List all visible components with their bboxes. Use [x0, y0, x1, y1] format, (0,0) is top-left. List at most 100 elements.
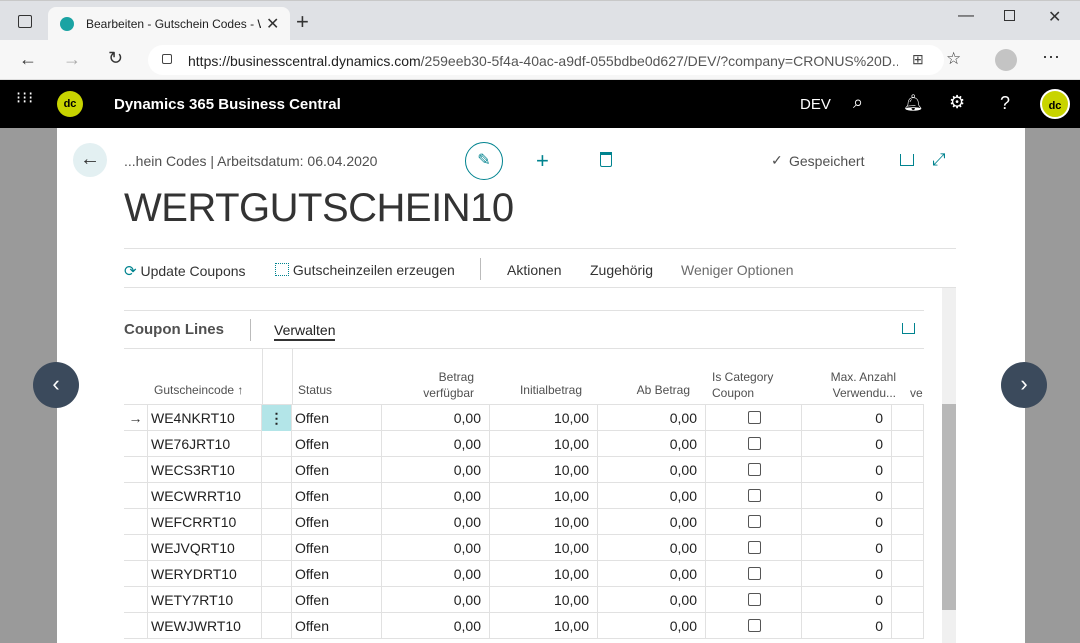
cell-category[interactable] [706, 457, 802, 483]
cell-status[interactable]: Offen [292, 405, 382, 431]
cell-from[interactable]: 0,00 [598, 405, 706, 431]
category-checkbox[interactable] [748, 593, 761, 607]
cell-max-uses[interactable]: 0 [802, 613, 892, 639]
table-row[interactable]: WECS3RT10 Offen 0,00 10,00 0,00 0 [124, 457, 924, 483]
col-header-status[interactable]: Status [298, 382, 332, 398]
cell-initial[interactable]: 10,00 [490, 457, 598, 483]
part-popout-icon[interactable] [902, 323, 915, 334]
col-header-code[interactable]: Gutscheincode ↑ [154, 382, 243, 398]
category-checkbox[interactable] [748, 619, 761, 633]
cell-code[interactable]: WERYDRT10 [148, 561, 262, 587]
table-row[interactable]: WETY7RT10 Offen 0,00 10,00 0,00 0 [124, 587, 924, 613]
edit-pencil-icon[interactable]: ✎ [465, 142, 503, 180]
col-header-more[interactable]: ve [910, 385, 923, 401]
cell-code[interactable]: WE76JRT10 [148, 431, 262, 457]
cell-initial[interactable]: 10,00 [490, 587, 598, 613]
category-checkbox[interactable] [748, 437, 761, 451]
search-icon[interactable]: ⌕ [853, 92, 863, 113]
next-record-button[interactable]: › [1001, 362, 1047, 408]
cell-max-uses[interactable]: 0 [802, 535, 892, 561]
category-checkbox[interactable] [748, 567, 761, 581]
notifications-icon[interactable]: 🔔︎ [903, 93, 923, 113]
user-avatar[interactable]: dc [1040, 89, 1070, 119]
cell-from[interactable]: 0,00 [598, 509, 706, 535]
settings-icon[interactable]: ⚙ [949, 92, 965, 113]
app-launcher-icon[interactable]: ⁝⁝⁝ [16, 91, 34, 107]
related-menu[interactable]: Zugehörig [590, 262, 653, 278]
table-row[interactable]: → WE4NKRT10 ⋮ Offen 0,00 10,00 0,00 0 [124, 405, 924, 431]
minimize-icon[interactable]: — [958, 7, 974, 25]
cell-from[interactable]: 0,00 [598, 535, 706, 561]
cell-available[interactable]: 0,00 [382, 483, 490, 509]
cell-max-uses[interactable]: 0 [802, 509, 892, 535]
cell-from[interactable]: 0,00 [598, 613, 706, 639]
table-row[interactable]: WERYDRT10 Offen 0,00 10,00 0,00 0 [124, 561, 924, 587]
open-new-window-icon[interactable] [900, 154, 914, 166]
cell-max-uses[interactable]: 0 [802, 587, 892, 613]
cell-initial[interactable]: 10,00 [490, 483, 598, 509]
cell-code[interactable]: WEJVQRT10 [148, 535, 262, 561]
cell-status[interactable]: Offen [292, 561, 382, 587]
cell-initial[interactable]: 10,00 [490, 561, 598, 587]
col-header-available[interactable]: Betrag verfügbar [382, 369, 474, 401]
expand-icon[interactable]: ⤢ [932, 150, 946, 170]
col-header-category[interactable]: Is Category Coupon [712, 369, 773, 401]
cell-category[interactable] [706, 561, 802, 587]
cell-from[interactable]: 0,00 [598, 561, 706, 587]
environment-label[interactable]: DEV [800, 96, 831, 113]
cell-initial[interactable]: 10,00 [490, 509, 598, 535]
cell-from[interactable]: 0,00 [598, 483, 706, 509]
cell-code[interactable]: WETY7RT10 [148, 587, 262, 613]
back-icon[interactable]: ← [19, 49, 37, 70]
help-icon[interactable]: ? [1000, 93, 1010, 114]
cell-category[interactable] [706, 431, 802, 457]
cell-available[interactable]: 0,00 [382, 405, 490, 431]
cell-max-uses[interactable]: 0 [802, 405, 892, 431]
cell-code[interactable]: WECS3RT10 [148, 457, 262, 483]
cell-initial[interactable]: 10,00 [490, 405, 598, 431]
maximize-icon[interactable] [1004, 10, 1015, 21]
cell-status[interactable]: Offen [292, 457, 382, 483]
cell-from[interactable]: 0,00 [598, 587, 706, 613]
cell-available[interactable]: 0,00 [382, 535, 490, 561]
cell-category[interactable] [706, 613, 802, 639]
generate-coupon-lines-action[interactable]: Gutscheinzeilen erzeugen [275, 262, 455, 278]
previous-record-button[interactable]: ‹ [33, 362, 79, 408]
cell-category[interactable] [706, 587, 802, 613]
cell-available[interactable]: 0,00 [382, 561, 490, 587]
row-actions-icon[interactable]: ⋮ [262, 405, 291, 431]
cell-available[interactable]: 0,00 [382, 587, 490, 613]
table-row[interactable]: WEFCRRT10 Offen 0,00 10,00 0,00 0 [124, 509, 924, 535]
cell-status[interactable]: Offen [292, 431, 382, 457]
scrollbar-thumb[interactable] [942, 404, 956, 610]
col-header-from[interactable]: Ab Betrag [598, 382, 690, 398]
actions-menu[interactable]: Aktionen [507, 262, 561, 278]
cell-category[interactable] [706, 509, 802, 535]
cell-from[interactable]: 0,00 [598, 457, 706, 483]
cell-from[interactable]: 0,00 [598, 431, 706, 457]
cell-max-uses[interactable]: 0 [802, 457, 892, 483]
cell-initial[interactable]: 10,00 [490, 431, 598, 457]
category-checkbox[interactable] [748, 411, 761, 425]
more-icon[interactable]: ⋯ [1042, 47, 1060, 68]
address-bar[interactable]: https://businesscentral.dynamics.com/259… [148, 45, 944, 75]
category-checkbox[interactable] [748, 541, 761, 555]
cell-status[interactable]: Offen [292, 613, 382, 639]
cell-available[interactable]: 0,00 [382, 457, 490, 483]
manage-tab[interactable]: Verwalten [274, 322, 336, 341]
category-checkbox[interactable] [748, 489, 761, 503]
cell-code[interactable]: WE4NKRT10 [148, 405, 262, 431]
profile-avatar[interactable] [995, 49, 1017, 71]
cell-code[interactable]: WEWJWRT10 [148, 613, 262, 639]
browser-tab[interactable]: Bearbeiten - Gutschein Codes - W ✕ [48, 7, 290, 41]
table-row[interactable]: WE76JRT10 Offen 0,00 10,00 0,00 0 [124, 431, 924, 457]
cell-available[interactable]: 0,00 [382, 431, 490, 457]
cell-status[interactable]: Offen [292, 483, 382, 509]
cell-max-uses[interactable]: 0 [802, 561, 892, 587]
category-checkbox[interactable] [748, 463, 761, 477]
tab-close-icon[interactable]: ✕ [266, 14, 279, 34]
favorites-icon[interactable]: ☆ [946, 49, 961, 69]
new-tab-icon[interactable]: + [296, 9, 309, 35]
cell-initial[interactable]: 10,00 [490, 535, 598, 561]
cell-max-uses[interactable]: 0 [802, 483, 892, 509]
